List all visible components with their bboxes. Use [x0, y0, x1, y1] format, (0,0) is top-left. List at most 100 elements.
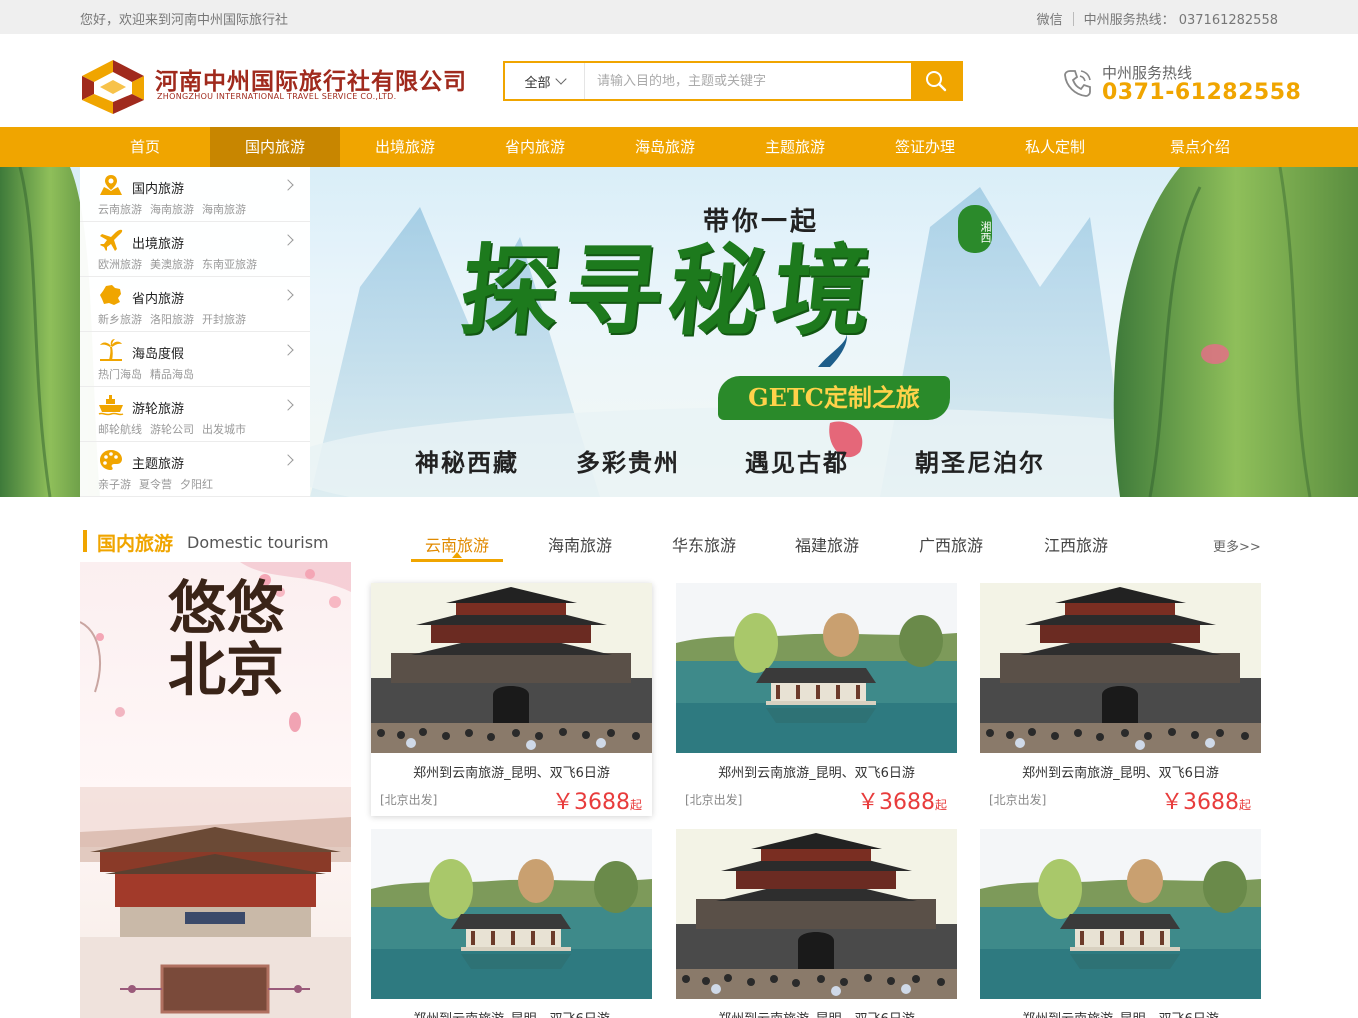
service-hotline-text: 中州服务热线： 037161282558 [1083, 13, 1278, 28]
tab-fujian[interactable]: 福建旅游 [781, 532, 873, 556]
category-title: 国内旅游 [132, 182, 185, 197]
nav-item-outbound[interactable]: 出境旅游 [340, 127, 470, 167]
product-meta: [北京出发] ￥3688起 [980, 782, 1261, 816]
palette-icon [100, 450, 122, 470]
header: 河南中州国际旅行社有限公司 ZHONGZHOU INTERNATIONAL TR… [0, 34, 1358, 127]
nav-item-province[interactable]: 省内旅游 [470, 127, 600, 167]
category-item-cruise[interactable]: 游轮旅游 邮轮航线 游轮公司 出发城市 [80, 387, 310, 442]
cruise-ship-icon [98, 395, 124, 416]
product-title[interactable]: 郑州到云南旅游_昆明、双飞6日游 [371, 1008, 652, 1018]
province-map-icon [100, 285, 121, 305]
nav-item-domestic[interactable]: 国内旅游 [210, 127, 340, 167]
company-logo-icon[interactable] [80, 58, 146, 116]
hotline-number: 0371-61282558 [1102, 80, 1302, 105]
sub-link[interactable]: 夏令营 [139, 478, 172, 491]
product-image[interactable] [676, 829, 957, 999]
product-price: ￥3688起 [1161, 784, 1251, 816]
product-title[interactable]: 郑州到云南旅游_昆明、双飞6日游 [371, 762, 652, 782]
sub-link[interactable]: 欧洲旅游 [98, 258, 142, 271]
sub-link[interactable]: 云南旅游 [98, 203, 142, 216]
category-item-outbound[interactable]: 出境旅游 欧洲旅游 美澳旅游 东南亚旅游 [80, 222, 310, 277]
sub-link[interactable]: 新乡旅游 [98, 313, 142, 326]
section-accent-bar [83, 530, 87, 552]
sub-link[interactable]: 东南亚旅游 [202, 258, 257, 271]
product-image[interactable] [371, 583, 652, 753]
nav-item-scenic[interactable]: 景点介绍 [1135, 127, 1265, 167]
sub-link[interactable]: 开封旅游 [202, 313, 246, 326]
tab-hainan[interactable]: 海南旅游 [534, 532, 626, 556]
nav-item-theme[interactable]: 主题旅游 [730, 127, 860, 167]
sub-link[interactable]: 海南旅游 [150, 203, 194, 216]
product-image[interactable] [676, 583, 957, 753]
search-icon [926, 71, 947, 92]
chevron-right-icon [282, 234, 294, 246]
divider [1072, 11, 1074, 26]
tab-huadong[interactable]: 华东旅游 [658, 532, 750, 556]
sub-link[interactable]: 热门海岛 [98, 368, 142, 381]
product-image[interactable] [371, 829, 652, 999]
banner-title: 探寻秘境 [455, 234, 884, 349]
product-card[interactable]: 郑州到云南旅游_昆明、双飞6日游 [北京出发] ￥3688起 [371, 583, 652, 816]
product-title[interactable]: 郑州到云南旅游_昆明、双飞6日游 [980, 762, 1261, 782]
sub-link[interactable]: 邮轮航线 [98, 423, 142, 436]
product-card[interactable]: 郑州到云南旅游_昆明、双飞6日游 [371, 829, 652, 1018]
product-card[interactable]: 郑州到云南旅游_昆明、双飞6日游 [北京出发] ￥3688起 [980, 583, 1261, 816]
nav-item-home[interactable]: 首页 [80, 127, 210, 167]
product-meta: [北京出发] ￥3688起 [676, 782, 957, 816]
product-price: ￥3688起 [552, 784, 642, 816]
category-subs: 邮轮航线 游轮公司 出发城市 [98, 421, 254, 437]
top-bar: 您好，欢迎来到河南中州国际旅行社 微信 中州服务热线： 037161282558 [0, 0, 1358, 34]
sub-link[interactable]: 夕阳红 [180, 478, 213, 491]
search-scope-select[interactable]: 全部 [505, 63, 585, 99]
nav-item-visa[interactable]: 签证办理 [860, 127, 990, 167]
sub-link[interactable]: 亲子游 [98, 478, 131, 491]
banner-seal: 湘西 [958, 205, 992, 253]
sub-link[interactable]: 洛阳旅游 [150, 313, 194, 326]
search-button[interactable] [911, 63, 961, 99]
map-pin-icon [100, 175, 122, 195]
category-item-province[interactable]: 省内旅游 新乡旅游 洛阳旅游 开封旅游 [80, 277, 310, 332]
tab-jiangxi[interactable]: 江西旅游 [1030, 532, 1122, 556]
sub-link[interactable]: 美澳旅游 [150, 258, 194, 271]
section-subtitle: Domestic tourism [187, 533, 329, 552]
product-image[interactable] [980, 583, 1261, 753]
chevron-down-icon [554, 73, 567, 85]
product-card[interactable]: 郑州到云南旅游_昆明、双飞6日游 [980, 829, 1261, 1018]
product-image[interactable] [980, 829, 1261, 999]
sub-link[interactable]: 海南旅游 [202, 203, 246, 216]
promo-poster[interactable]: 悠悠北京 [80, 562, 351, 1018]
sub-link[interactable]: 游轮公司 [150, 423, 194, 436]
chevron-right-icon [282, 454, 294, 466]
phone-icon [1064, 70, 1091, 97]
product-price: ￥3688起 [857, 784, 947, 816]
product-card[interactable]: 郑州到云南旅游_昆明、双飞6日游 [北京出发] ￥3688起 [676, 583, 957, 816]
search-scope-label: 全部 [524, 75, 551, 91]
wechat-link[interactable]: 微信 [1037, 9, 1063, 28]
nav-item-custom[interactable]: 私人定制 [990, 127, 1120, 167]
nav-item-island[interactable]: 海岛旅游 [600, 127, 730, 167]
more-link[interactable]: 更多>> [1213, 536, 1261, 555]
banner-destination: 遇见古都 [745, 448, 849, 477]
banner-destination: 神秘西藏 [415, 448, 519, 477]
category-item-island[interactable]: 海岛度假 热门海岛 精品海岛 [80, 332, 310, 387]
tab-active-underline [411, 559, 503, 562]
category-item-domestic[interactable]: 国内旅游 云南旅游 海南旅游 海南旅游 [80, 167, 310, 222]
category-menu: 国内旅游 云南旅游 海南旅游 海南旅游 出境旅游 欧洲旅游 美澳旅游 东南亚旅游 省内旅… [80, 167, 310, 497]
tab-guangxi[interactable]: 广西旅游 [905, 532, 997, 556]
product-meta: [北京出发] ￥3688起 [371, 782, 652, 816]
welcome-text: 您好，欢迎来到河南中州国际旅行社 [80, 13, 289, 28]
category-item-theme[interactable]: 主题旅游 亲子游 夏令营 夕阳红 [80, 442, 310, 497]
product-title[interactable]: 郑州到云南旅游_昆明、双飞6日游 [676, 1008, 957, 1018]
product-card[interactable]: 郑州到云南旅游_昆明、双飞6日游 [676, 829, 957, 1018]
company-name[interactable]: 河南中州国际旅行社有限公司 [155, 62, 467, 96]
category-title: 出境旅游 [132, 237, 185, 252]
sub-link[interactable]: 精品海岛 [150, 368, 194, 381]
product-title[interactable]: 郑州到云南旅游_昆明、双飞6日游 [676, 762, 957, 782]
product-origin: [北京出发] [380, 793, 438, 807]
sub-link[interactable]: 出发城市 [202, 423, 246, 436]
product-title[interactable]: 郑州到云南旅游_昆明、双飞6日游 [980, 1008, 1261, 1018]
category-subs: 热门海岛 精品海岛 [98, 366, 202, 382]
category-subs: 亲子游 夏令营 夕阳红 [98, 476, 221, 492]
search-input[interactable] [585, 63, 911, 99]
category-title: 省内旅游 [132, 292, 185, 307]
